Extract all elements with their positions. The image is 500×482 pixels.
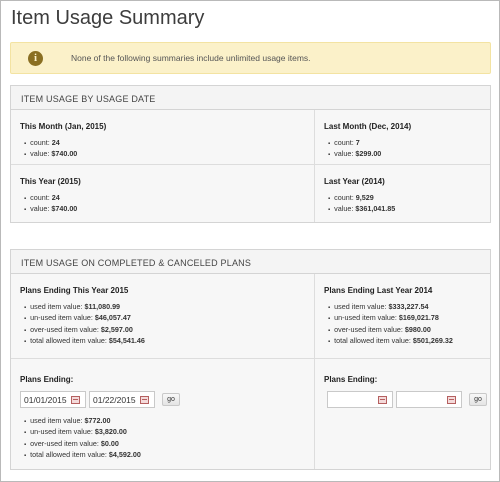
plans-this-year-title: Plans Ending This Year 2015	[20, 286, 129, 295]
plans-ending-title: Plans Ending:	[324, 375, 378, 384]
usage-by-date-header: ITEM USAGE BY USAGE DATE	[11, 86, 490, 110]
alert-text: None of the following summaries include …	[71, 53, 311, 63]
plans-last-year-summary: Plans Ending Last Year 2014 used item va…	[315, 274, 490, 359]
usage-by-date-panel: ITEM USAGE BY USAGE DATE This Month (Jan…	[10, 85, 491, 223]
info-icon: i	[28, 51, 43, 66]
list-item: used item value: $772.00	[24, 416, 314, 427]
last-month-title: Last Month (Dec, 2014)	[324, 122, 412, 131]
list-item: count: 24	[24, 193, 314, 204]
plans-custom-range-right: Plans Ending: go	[315, 359, 490, 469]
start-date-input[interactable]	[327, 391, 393, 408]
plans-ending-title: Plans Ending:	[20, 375, 74, 384]
last-year-title: Last Year (2014)	[324, 177, 385, 186]
page-title: Item Usage Summary	[11, 7, 205, 29]
calendar-icon[interactable]	[140, 396, 149, 404]
plans-last-year-title: Plans Ending Last Year 2014	[324, 286, 433, 295]
go-button[interactable]: go	[162, 393, 180, 406]
this-year-summary: This Year (2015) count: 24 value: $740.0…	[11, 165, 315, 222]
list-item: used item value: $11,080.99	[24, 302, 314, 313]
last-year-summary: Last Year (2014) count: 9,529 value: $36…	[315, 165, 490, 222]
completed-plans-header: ITEM USAGE ON COMPLETED & CANCELED PLANS	[11, 250, 490, 274]
info-alert: i None of the following summaries includ…	[10, 42, 491, 74]
page-frame: Item Usage Summary i None of the followi…	[0, 0, 500, 482]
this-month-summary: This Month (Jan, 2015) count: 24 value: …	[11, 110, 315, 165]
list-item: value: $740.00	[24, 149, 314, 160]
list-item: value: $361,041.85	[328, 204, 490, 215]
end-date-input[interactable]: 01/22/2015	[89, 391, 155, 408]
plans-this-year-summary: Plans Ending This Year 2015 used item va…	[11, 274, 315, 359]
list-item: over-used item value: $0.00	[24, 439, 314, 450]
list-item: count: 24	[24, 138, 314, 149]
list-item: used item value: $333,227.54	[328, 302, 490, 313]
start-date-input[interactable]: 01/01/2015	[20, 391, 86, 408]
list-item: un-used item value: $169,021.78	[328, 313, 490, 324]
completed-plans-panel: ITEM USAGE ON COMPLETED & CANCELED PLANS…	[10, 249, 491, 470]
list-item: over-used item value: $2,597.00	[24, 325, 314, 336]
last-month-summary: Last Month (Dec, 2014) count: 7 value: $…	[315, 110, 490, 165]
calendar-icon[interactable]	[447, 396, 456, 404]
calendar-icon[interactable]	[378, 396, 387, 404]
calendar-icon[interactable]	[71, 396, 80, 404]
list-item: over-used item value: $980.00	[328, 325, 490, 336]
list-item: un-used item value: $3,820.00	[24, 427, 314, 438]
list-item: value: $740.00	[24, 204, 314, 215]
list-item: un-used item value: $46,057.47	[24, 313, 314, 324]
list-item: total allowed item value: $54,541.46	[24, 336, 314, 347]
list-item: total allowed item value: $4,592.00	[24, 450, 314, 461]
plans-custom-range-left: Plans Ending: 01/01/2015 01/22/2015 go u…	[11, 359, 315, 469]
list-item: total allowed item value: $501,269.32	[328, 336, 490, 347]
list-item: count: 7	[328, 138, 490, 149]
this-year-title: This Year (2015)	[20, 177, 81, 186]
go-button[interactable]: go	[469, 393, 487, 406]
this-month-title: This Month (Jan, 2015)	[20, 122, 107, 131]
list-item: value: $299.00	[328, 149, 490, 160]
end-date-input[interactable]	[396, 391, 462, 408]
list-item: count: 9,529	[328, 193, 490, 204]
